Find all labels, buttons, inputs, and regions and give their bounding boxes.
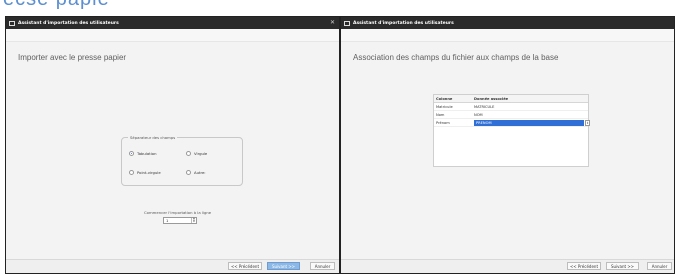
close-icon[interactable]: ✕ xyxy=(330,19,335,26)
wizard-footer: << Précédent Suivant >> Annuler xyxy=(341,259,674,273)
radio-virgule[interactable]: Virgule xyxy=(186,151,207,156)
radio-label: Tabulation xyxy=(137,151,157,156)
table-cell: Nom xyxy=(436,112,445,117)
separator-legend: Séparateur des champs xyxy=(128,135,178,140)
table-row[interactable]: Nom NOM xyxy=(434,111,588,119)
start-line-label: Commencer l'importation à la ligne xyxy=(144,210,212,215)
toolbar-strip xyxy=(6,29,339,42)
next-button[interactable]: Suivant >> xyxy=(606,262,639,270)
title-bar: Assistant d'importation des utilisateurs xyxy=(341,17,674,29)
screenshot-page: ecse papie Assistant d'importation des u… xyxy=(0,0,681,276)
dropdown-arrow-icon[interactable]: ⇕ xyxy=(585,119,590,126)
window-icon xyxy=(9,20,15,26)
title-bar: Assistant d'importation des utilisateurs… xyxy=(6,17,339,29)
radio-tabulation[interactable]: Tabulation xyxy=(129,151,157,156)
page-heading: ecse papie xyxy=(3,0,110,9)
stepper-arrows-icon[interactable]: ▲ ▼ xyxy=(191,217,196,223)
cancel-button[interactable]: Annuler xyxy=(647,262,672,270)
window-title: Assistant d'importation des utilisateurs xyxy=(353,20,454,26)
window-icon xyxy=(344,20,350,26)
table-cell: Prénom xyxy=(436,120,450,125)
start-line-stepper[interactable]: 1 ▲ ▼ xyxy=(163,217,197,224)
table-cell: PRENOM ⇕ xyxy=(472,119,590,126)
previous-button[interactable]: << Précédent xyxy=(567,262,601,270)
dropdown-value: PRENOM xyxy=(476,120,492,125)
mapping-dropdown[interactable]: PRENOM ⇕ xyxy=(474,119,590,126)
table-cell: Matricule xyxy=(436,104,453,109)
toolbar-strip xyxy=(341,29,674,42)
column-header: Colonne xyxy=(436,96,453,101)
table-row[interactable]: Matricule MATRICULE xyxy=(434,103,588,111)
radio-unchecked-icon xyxy=(186,170,191,175)
import-clipboard-window: Assistant d'importation des utilisateurs… xyxy=(5,16,340,274)
field-mapping-window: Assistant d'importation des utilisateurs… xyxy=(340,16,675,274)
start-line-value: 1 xyxy=(166,218,169,223)
radio-unchecked-icon xyxy=(186,151,191,156)
radio-point-virgule[interactable]: Point-virgule xyxy=(129,170,161,175)
radio-checked-icon xyxy=(129,151,134,156)
radio-autre[interactable]: Autre: xyxy=(186,170,206,175)
next-button[interactable]: Suivant >> xyxy=(267,262,300,270)
previous-button[interactable]: << Précédent xyxy=(228,262,262,270)
separator-group: Séparateur des champs Tabulation Virgule… xyxy=(121,135,243,186)
wizard-footer: << Précédent Suivant >> Annuler xyxy=(6,259,339,273)
radio-unchecked-icon xyxy=(129,170,134,175)
field-mapping-table: Colonne Donnée associée Matricule MATRIC… xyxy=(433,94,590,167)
radio-label: Virgule xyxy=(194,151,208,156)
table-cell[interactable]: MATRICULE xyxy=(472,105,586,109)
table-row[interactable]: Prénom PRENOM ⇕ xyxy=(434,119,590,127)
column-header: Donnée associée xyxy=(474,96,509,101)
cancel-button[interactable]: Annuler xyxy=(310,262,335,270)
radio-label: Autre: xyxy=(194,170,206,175)
table-header: Colonne Donnée associée xyxy=(434,95,588,103)
step-heading: Association des champs du fichier aux ch… xyxy=(353,53,559,62)
step-heading: Importer avec le presse papier xyxy=(18,53,127,62)
radio-label: Point-virgule xyxy=(137,170,161,175)
window-title: Assistant d'importation des utilisateurs xyxy=(18,20,119,26)
table-cell[interactable]: NOM xyxy=(472,113,586,117)
